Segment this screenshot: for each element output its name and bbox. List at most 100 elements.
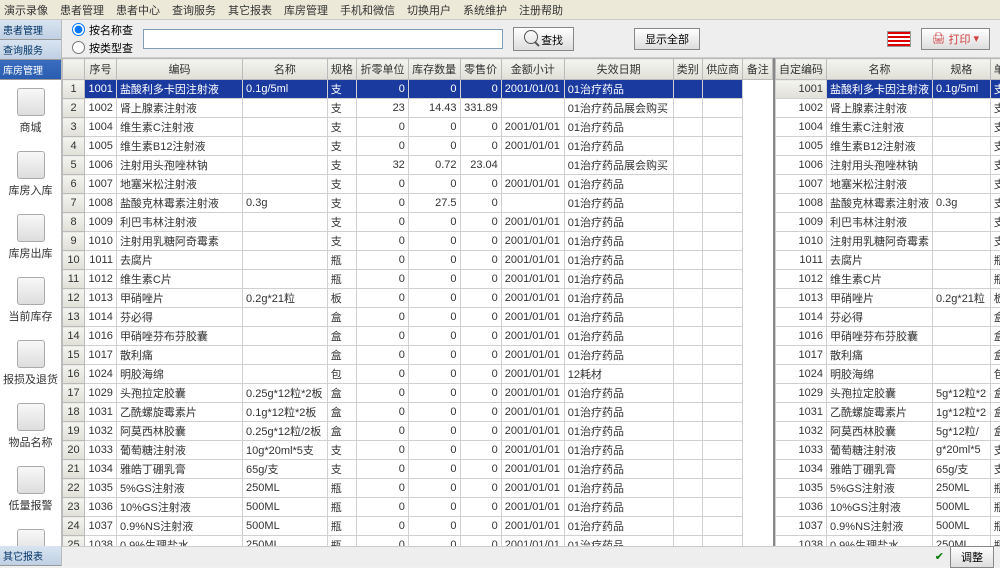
left-table[interactable]: 序号编码名称规格折零单位库存数量零售价金额小计失效日期类别供应商备注11001盐… bbox=[62, 58, 773, 546]
table-row[interactable]: 211034雅皓丁硼乳膏65g/支支0002001/01/0101治疗药品 bbox=[63, 460, 773, 479]
menu-item[interactable]: 查询服务 bbox=[172, 2, 216, 18]
table-row[interactable]: 23103610%GS注射液500ML瓶0002001/01/0101治疗药品 bbox=[63, 498, 773, 517]
table-row[interactable]: 1024明胶海绵包 bbox=[776, 365, 1000, 384]
sidebar-item[interactable]: 进货申请表 bbox=[0, 521, 61, 546]
menu-item[interactable]: 演示录像 bbox=[4, 2, 48, 18]
table-row[interactable]: 71008盐酸克林霉素注射液0.3g支027.5001治疗药品 bbox=[63, 194, 773, 213]
table-row[interactable]: 11001盐酸利多卡因注射液0.1g/5ml支0002001/01/0101治疗… bbox=[63, 80, 773, 99]
table-row[interactable]: 10380.9%生理盐水250ML瓶 bbox=[776, 536, 1000, 547]
menu-item[interactable]: 注册帮助 bbox=[519, 2, 563, 18]
table-row[interactable]: 1012维生素C片瓶 bbox=[776, 270, 1000, 289]
search-button[interactable]: 查找 bbox=[513, 27, 574, 51]
table-row[interactable]: 1007地塞米松注射液支 bbox=[776, 175, 1000, 194]
table-row[interactable]: 1031乙酰螺旋霉素片1g*12粒*2盒 bbox=[776, 403, 1000, 422]
menu-item[interactable]: 库房管理 bbox=[284, 2, 328, 18]
left-header[interactable]: 患者管理 bbox=[0, 20, 61, 40]
table-row[interactable]: 2210355%GS注射液250ML瓶0002001/01/0101治疗药品 bbox=[63, 479, 773, 498]
col-header[interactable]: 单位 bbox=[990, 59, 1000, 80]
sidebar-item[interactable]: 当前库存 bbox=[0, 269, 61, 332]
col-header[interactable]: 类别 bbox=[673, 59, 702, 80]
menu-item[interactable]: 患者中心 bbox=[116, 2, 160, 18]
menu-item[interactable]: 患者管理 bbox=[60, 2, 104, 18]
sidebar-item[interactable]: 库房出库 bbox=[0, 206, 61, 269]
table-row[interactable]: 1002肾上腺素注射液支 bbox=[776, 99, 1000, 118]
radio-by-type[interactable]: 按类型查 bbox=[72, 40, 133, 56]
table-row[interactable]: 81009利巴韦林注射液支0002001/01/0101治疗药品 bbox=[63, 213, 773, 232]
table-row[interactable]: 1005维生素B12注射液支 bbox=[776, 137, 1000, 156]
table-row[interactable]: 2410370.9%NS注射液500ML瓶0002001/01/0101治疗药品 bbox=[63, 517, 773, 536]
menu-item[interactable]: 其它报表 bbox=[228, 2, 272, 18]
table-row[interactable]: 2510380.9%生理盐水250ML瓶0002001/01/0101治疗药品 bbox=[63, 536, 773, 547]
menu-item[interactable]: 切换用户 bbox=[407, 2, 451, 18]
grid-left[interactable]: 序号编码名称规格折零单位库存数量零售价金额小计失效日期类别供应商备注11001盐… bbox=[62, 58, 775, 546]
adjust-button[interactable]: 调整 bbox=[950, 546, 994, 568]
left-header[interactable]: 查询服务 bbox=[0, 40, 61, 60]
col-header[interactable]: 失效日期 bbox=[564, 59, 673, 80]
col-header[interactable]: 供应商 bbox=[702, 59, 743, 80]
table-row[interactable]: 161024明胶海绵包0002001/01/0112耗材 bbox=[63, 365, 773, 384]
table-row[interactable]: 1008盐酸克林霉素注射液0.3g支 bbox=[776, 194, 1000, 213]
show-all-button[interactable]: 显示全部 bbox=[634, 28, 700, 50]
table-row[interactable]: 101011去腐片瓶0002001/01/0101治疗药品 bbox=[63, 251, 773, 270]
table-row[interactable]: 1017散利痛盒 bbox=[776, 346, 1000, 365]
col-header[interactable]: 自定编码 bbox=[776, 59, 827, 80]
col-header[interactable]: 名称 bbox=[243, 59, 328, 80]
table-row[interactable]: 171029头孢拉定胶囊0.25g*12粒*2板盒0002001/01/0101… bbox=[63, 384, 773, 403]
col-header[interactable]: 名称 bbox=[827, 59, 933, 80]
col-header[interactable]: 折零单位 bbox=[357, 59, 409, 80]
menubar[interactable]: 演示录像患者管理患者中心查询服务其它报表库房管理手机和微信切换用户系统维护注册帮… bbox=[0, 0, 1000, 20]
sidebar-item[interactable]: 物品名称 bbox=[0, 395, 61, 458]
col-header[interactable]: 零售价 bbox=[460, 59, 501, 80]
right-table[interactable]: 自定编码名称规格单位1001盐酸利多卡因注射液0.1g/5ml支1002肾上腺素… bbox=[775, 58, 1000, 546]
col-header[interactable]: 规格 bbox=[327, 59, 356, 80]
table-row[interactable]: 103610%GS注射液500ML瓶 bbox=[776, 498, 1000, 517]
col-header[interactable]: 金额小计 bbox=[501, 59, 564, 80]
table-row[interactable]: 10355%GS注射液250ML瓶 bbox=[776, 479, 1000, 498]
search-input[interactable] bbox=[143, 29, 503, 49]
col-header[interactable]: 序号 bbox=[85, 59, 117, 80]
table-row[interactable]: 1016甲硝唑芬布芬胶囊盒 bbox=[776, 327, 1000, 346]
table-row[interactable]: 141016甲硝唑芬布芬胶囊盒0002001/01/0101治疗药品 bbox=[63, 327, 773, 346]
table-row[interactable]: 1013甲硝唑片0.2g*21粒板 bbox=[776, 289, 1000, 308]
table-row[interactable]: 1010注射用乳糖阿奇霉素支 bbox=[776, 232, 1000, 251]
table-row[interactable]: 1014芬必得盒 bbox=[776, 308, 1000, 327]
table-row[interactable]: 151017散利痛盒0002001/01/0101治疗药品 bbox=[63, 346, 773, 365]
table-row[interactable]: 21002肾上腺素注射液支2314.43331.8901治疗药品展会购买 bbox=[63, 99, 773, 118]
table-row[interactable]: 111012维生素C片瓶0002001/01/0101治疗药品 bbox=[63, 270, 773, 289]
sidebar-item[interactable]: 库房入库 bbox=[0, 143, 61, 206]
left-bottom-header[interactable]: 其它报表 bbox=[0, 546, 61, 566]
col-header[interactable]: 编码 bbox=[116, 59, 242, 80]
table-row[interactable]: 131014芬必得盒0002001/01/0101治疗药品 bbox=[63, 308, 773, 327]
table-row[interactable]: 51006注射用头孢唑林钠支320.7223.0401治疗药品展会购买 bbox=[63, 156, 773, 175]
print-button[interactable]: 🖨 打印 ▾ bbox=[921, 28, 991, 50]
table-row[interactable]: 1034雅皓丁硼乳膏65g/支支 bbox=[776, 460, 1000, 479]
table-row[interactable]: 181031乙酰螺旋霉素片0.1g*12粒*2板盒0002001/01/0101… bbox=[63, 403, 773, 422]
col-header[interactable]: 规格 bbox=[933, 59, 991, 80]
table-row[interactable]: 41005维生素B12注射液支0002001/01/0101治疗药品 bbox=[63, 137, 773, 156]
menu-item[interactable]: 手机和微信 bbox=[340, 2, 395, 18]
table-row[interactable]: 1011去腐片瓶 bbox=[776, 251, 1000, 270]
sidebar-item[interactable]: 报损及退货 bbox=[0, 332, 61, 395]
table-row[interactable]: 1001盐酸利多卡因注射液0.1g/5ml支 bbox=[776, 80, 1000, 99]
menu-item[interactable]: 系统维护 bbox=[463, 2, 507, 18]
table-row[interactable]: 201033葡萄糖注射液10g*20ml*5支支0002001/01/0101治… bbox=[63, 441, 773, 460]
sidebar-item[interactable]: 商城 bbox=[0, 80, 61, 143]
table-row[interactable]: 191032阿莫西林胶囊0.25g*12粒/2板盒0002001/01/0101… bbox=[63, 422, 773, 441]
grid-right[interactable]: 自定编码名称规格单位1001盐酸利多卡因注射液0.1g/5ml支1002肾上腺素… bbox=[775, 58, 1000, 546]
table-row[interactable]: 1006注射用头孢唑林钠支 bbox=[776, 156, 1000, 175]
table-row[interactable]: 61007地塞米松注射液支0002001/01/0101治疗药品 bbox=[63, 175, 773, 194]
table-row[interactable]: 1029头孢拉定胶囊5g*12粒*2盒 bbox=[776, 384, 1000, 403]
table-row[interactable]: 121013甲硝唑片0.2g*21粒板0002001/01/0101治疗药品 bbox=[63, 289, 773, 308]
sidebar-item[interactable]: 低量报警 bbox=[0, 458, 61, 521]
table-row[interactable]: 91010注射用乳糖阿奇霉素支0002001/01/0101治疗药品 bbox=[63, 232, 773, 251]
table-row[interactable]: 1032阿莫西林胶囊5g*12粒/盒 bbox=[776, 422, 1000, 441]
table-row[interactable]: 1009利巴韦林注射液支 bbox=[776, 213, 1000, 232]
table-row[interactable]: 10370.9%NS注射液500ML瓶 bbox=[776, 517, 1000, 536]
table-row[interactable]: 31004维生素C注射液支0002001/01/0101治疗药品 bbox=[63, 118, 773, 137]
left-header[interactable]: 库房管理 bbox=[0, 60, 61, 80]
table-row[interactable]: 1004维生素C注射液支 bbox=[776, 118, 1000, 137]
radio-by-name[interactable]: 按名称查 bbox=[72, 22, 133, 38]
table-row[interactable]: 1033葡萄糖注射液g*20ml*5支 bbox=[776, 441, 1000, 460]
col-header[interactable]: 备注 bbox=[743, 59, 773, 80]
col-header[interactable]: 库存数量 bbox=[408, 59, 460, 80]
